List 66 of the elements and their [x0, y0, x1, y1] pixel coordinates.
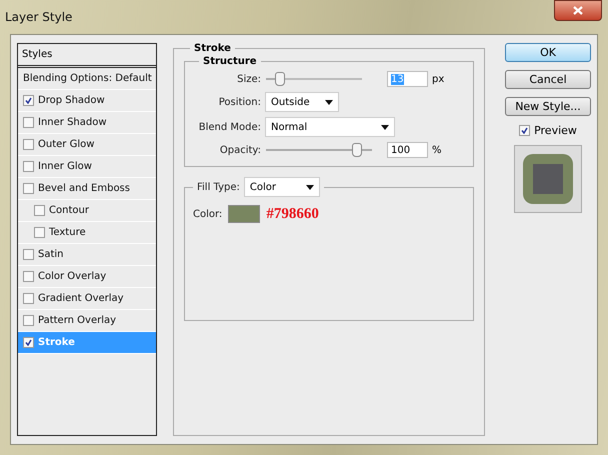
- caret-icon: [325, 100, 333, 104]
- item-label: Inner Shadow: [38, 117, 107, 128]
- hex-annotation: #798660: [266, 206, 319, 222]
- list-item[interactable]: Gradient Overlay: [18, 288, 156, 310]
- item-label: Pattern Overlay: [38, 315, 116, 326]
- list-item[interactable]: Blending Options: Default: [18, 68, 156, 90]
- item-label: Contour: [49, 205, 89, 216]
- group-title: Stroke: [193, 43, 232, 54]
- checkbox[interactable]: [23, 161, 34, 172]
- field-label: Blend Mode:: [198, 122, 261, 132]
- field-label: Color:: [193, 208, 222, 220]
- group-title: Structure: [202, 56, 258, 67]
- slider-thumb[interactable]: [274, 72, 285, 86]
- item-label: Satin: [38, 249, 64, 260]
- window-title: Layer Style: [5, 10, 72, 24]
- list-item[interactable]: Bevel and Emboss: [18, 178, 156, 200]
- dropdown[interactable]: Outside: [265, 92, 339, 112]
- checkbox[interactable]: [23, 249, 34, 260]
- item-label: Drop Shadow: [38, 95, 105, 106]
- list-item[interactable]: Drop Shadow: [18, 90, 156, 112]
- dropdown[interactable]: Color: [244, 177, 320, 197]
- checkbox[interactable]: [34, 205, 45, 216]
- list-item[interactable]: Inner Shadow: [18, 112, 156, 134]
- slider-thumb[interactable]: [352, 143, 362, 157]
- checkbox[interactable]: [23, 183, 34, 194]
- list-item[interactable]: Texture: [18, 222, 156, 244]
- dialog-button[interactable]: New Style...: [505, 97, 591, 116]
- checkbox[interactable]: [519, 125, 530, 136]
- list-header: Styles: [18, 44, 156, 68]
- item-label: Texture: [49, 227, 86, 238]
- checkbox[interactable]: [23, 271, 34, 282]
- caret-icon: [381, 124, 389, 130]
- field-label: Opacity:: [218, 144, 261, 156]
- list-item[interactable]: Color Overlay: [18, 266, 156, 288]
- list-item[interactable]: Satin: [18, 244, 156, 266]
- item-label: Gradient Overlay: [38, 293, 124, 304]
- field-label: Size:: [236, 74, 261, 84]
- field-label: Position:: [218, 96, 261, 108]
- caret-icon: [306, 184, 314, 190]
- unit-label: %: [432, 144, 442, 156]
- checkbox[interactable]: [23, 337, 34, 348]
- number-field[interactable]: 100: [387, 142, 428, 158]
- item-label: Stroke: [38, 337, 75, 348]
- item-label: Outer Glow: [38, 139, 94, 150]
- close-button[interactable]: [554, 0, 602, 20]
- list-item[interactable]: Outer Glow: [18, 134, 156, 156]
- dialog-button[interactable]: OK: [505, 43, 591, 62]
- item-label: Inner Glow: [38, 161, 92, 172]
- dropdown[interactable]: Normal: [265, 117, 395, 137]
- checkbox[interactable]: [23, 95, 34, 106]
- checkbox-label: Preview: [534, 124, 577, 137]
- checkbox[interactable]: [34, 227, 45, 238]
- color-swatch[interactable]: [228, 205, 260, 223]
- checkbox[interactable]: [23, 293, 34, 304]
- item-label: Bevel and Emboss: [38, 183, 130, 194]
- dialog-button[interactable]: Cancel: [505, 70, 591, 89]
- checkbox[interactable]: [23, 315, 34, 326]
- checkbox[interactable]: [23, 117, 34, 128]
- field-label: Fill Type:: [197, 182, 240, 192]
- checkbox[interactable]: [23, 139, 34, 150]
- item-label: Color Overlay: [38, 271, 106, 282]
- list-item[interactable]: Contour: [18, 200, 156, 222]
- rounded-square-icon: [523, 154, 573, 204]
- list-item[interactable]: Inner Glow: [18, 156, 156, 178]
- close-icon: [573, 6, 583, 14]
- unit-label: px: [432, 74, 444, 84]
